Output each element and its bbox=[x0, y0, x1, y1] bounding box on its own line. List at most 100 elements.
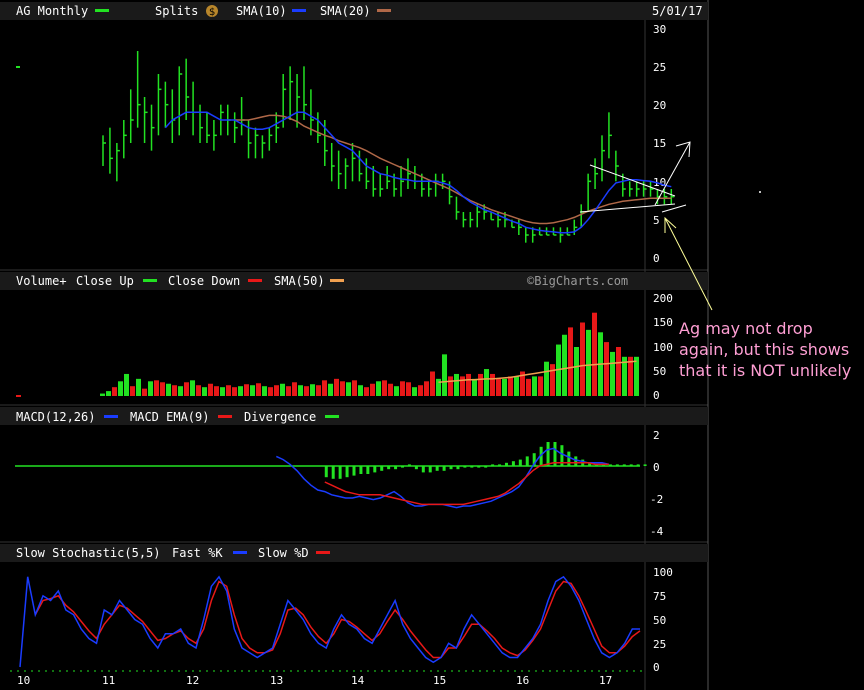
divergence-bar bbox=[504, 462, 508, 466]
volume-bar bbox=[226, 385, 231, 396]
sma10-legend-swatch bbox=[292, 9, 306, 12]
volume-bar bbox=[376, 381, 381, 396]
volume-bar bbox=[388, 383, 393, 396]
volume-bar bbox=[382, 380, 387, 396]
close-down-swatch bbox=[248, 279, 262, 282]
volume-ytick: 200 bbox=[653, 292, 673, 305]
volume-bar bbox=[118, 381, 123, 396]
volume-bar bbox=[304, 386, 309, 396]
volume-bar bbox=[256, 383, 261, 396]
divergence-bar bbox=[449, 466, 453, 470]
divergence-bar bbox=[407, 464, 411, 466]
sma10-label: SMA(10) bbox=[236, 4, 287, 18]
volume-bar bbox=[142, 388, 147, 396]
volume-bar bbox=[448, 376, 453, 396]
volume-ytick: 150 bbox=[653, 316, 673, 329]
slow-d-label: Slow %D bbox=[258, 546, 309, 560]
volume-bar bbox=[406, 382, 411, 396]
x-axis-label: 15 bbox=[433, 674, 446, 687]
macd-ytick: 2 bbox=[653, 429, 660, 442]
volume-bar bbox=[106, 391, 111, 396]
x-axis-label: 14 bbox=[351, 674, 365, 687]
stoch-title: Slow Stochastic(5,5) bbox=[16, 546, 161, 560]
volume-bar bbox=[430, 371, 435, 396]
volume-bar bbox=[274, 385, 279, 396]
sma20-label: SMA(20) bbox=[320, 4, 371, 18]
volume-bar bbox=[214, 386, 219, 396]
volume-bar bbox=[220, 387, 225, 396]
volume-bar bbox=[502, 378, 507, 396]
volume-bar bbox=[352, 380, 357, 396]
volume-bar bbox=[292, 382, 297, 396]
volume-bar bbox=[604, 342, 609, 396]
volume-left-marker bbox=[16, 395, 21, 397]
divergence-bar bbox=[491, 464, 495, 466]
volume-bar bbox=[190, 380, 195, 396]
stoch-header: Slow Stochastic(5,5) Fast %K Slow %D bbox=[0, 544, 708, 562]
volume-bar bbox=[442, 354, 447, 396]
volume-bar bbox=[112, 387, 117, 396]
x-axis-label: 17 bbox=[599, 674, 612, 687]
volume-bar bbox=[370, 383, 375, 396]
volume-bar bbox=[592, 312, 597, 396]
divergence-bar bbox=[414, 466, 418, 470]
volume-bar bbox=[166, 383, 171, 396]
macd-ema-label: MACD EMA(9) bbox=[130, 410, 209, 424]
stray-dot bbox=[759, 191, 761, 193]
divergence-bar bbox=[338, 466, 342, 479]
divergence-bar bbox=[525, 456, 529, 466]
divergence-bar bbox=[477, 466, 481, 468]
volume-ytick: 0 bbox=[653, 389, 660, 402]
volume-bar bbox=[574, 347, 579, 396]
volume-bar bbox=[178, 386, 183, 396]
volume-title: Volume+ bbox=[16, 274, 67, 288]
divergence-bar bbox=[394, 466, 398, 470]
volume-bar bbox=[526, 378, 531, 396]
price-ytick: 20 bbox=[653, 99, 666, 112]
divergence-bar bbox=[574, 456, 578, 466]
volume-bar bbox=[586, 329, 591, 396]
volume-ytick: 50 bbox=[653, 365, 666, 378]
volume-bar bbox=[472, 378, 477, 396]
slow-d-swatch bbox=[316, 551, 330, 554]
stoch-ytick: 75 bbox=[653, 590, 666, 603]
divergence-bar bbox=[421, 466, 425, 473]
x-axis-label: 12 bbox=[186, 674, 199, 687]
divergence-bar bbox=[498, 464, 502, 466]
volume-bar bbox=[538, 376, 543, 396]
volume-bar bbox=[634, 356, 639, 396]
volume-bar bbox=[232, 387, 237, 396]
volume-bar bbox=[544, 361, 549, 396]
volume-bar bbox=[298, 385, 303, 396]
volume-bar bbox=[202, 387, 207, 396]
volume-bar bbox=[310, 384, 315, 396]
volume-bar bbox=[346, 382, 351, 396]
volume-bar bbox=[148, 381, 153, 396]
volume-bar bbox=[580, 322, 585, 396]
divergence-bar bbox=[387, 466, 391, 470]
volume-bar bbox=[478, 373, 483, 396]
stoch-ytick: 25 bbox=[653, 638, 666, 651]
ticker-legend-swatch bbox=[95, 9, 109, 12]
volume-ytick: 100 bbox=[653, 341, 673, 354]
price-ytick: 15 bbox=[653, 137, 666, 150]
x-axis-label: 16 bbox=[516, 674, 529, 687]
volume-bar bbox=[418, 385, 423, 396]
divergence-bar bbox=[435, 466, 439, 471]
macd-ytick: -2 bbox=[650, 493, 663, 506]
divergence-bar bbox=[456, 466, 460, 470]
volume-bar bbox=[628, 356, 633, 396]
svg-text:$: $ bbox=[209, 7, 215, 18]
volume-bar bbox=[562, 334, 567, 396]
x-axis-label: 11 bbox=[102, 674, 115, 687]
bigcharts-brand: ©BigCharts.com bbox=[527, 274, 628, 288]
stoch-ytick: 50 bbox=[653, 614, 666, 627]
price-left-marker bbox=[16, 66, 20, 68]
annotation-text: Ag may not drop again, but this shows th… bbox=[679, 319, 852, 380]
volume-bar bbox=[334, 378, 339, 396]
volume-bar bbox=[316, 385, 321, 396]
divergence-bar bbox=[463, 466, 467, 468]
volume-bar bbox=[568, 327, 573, 396]
splits-label: Splits bbox=[155, 4, 198, 18]
volume-bar bbox=[208, 383, 213, 396]
